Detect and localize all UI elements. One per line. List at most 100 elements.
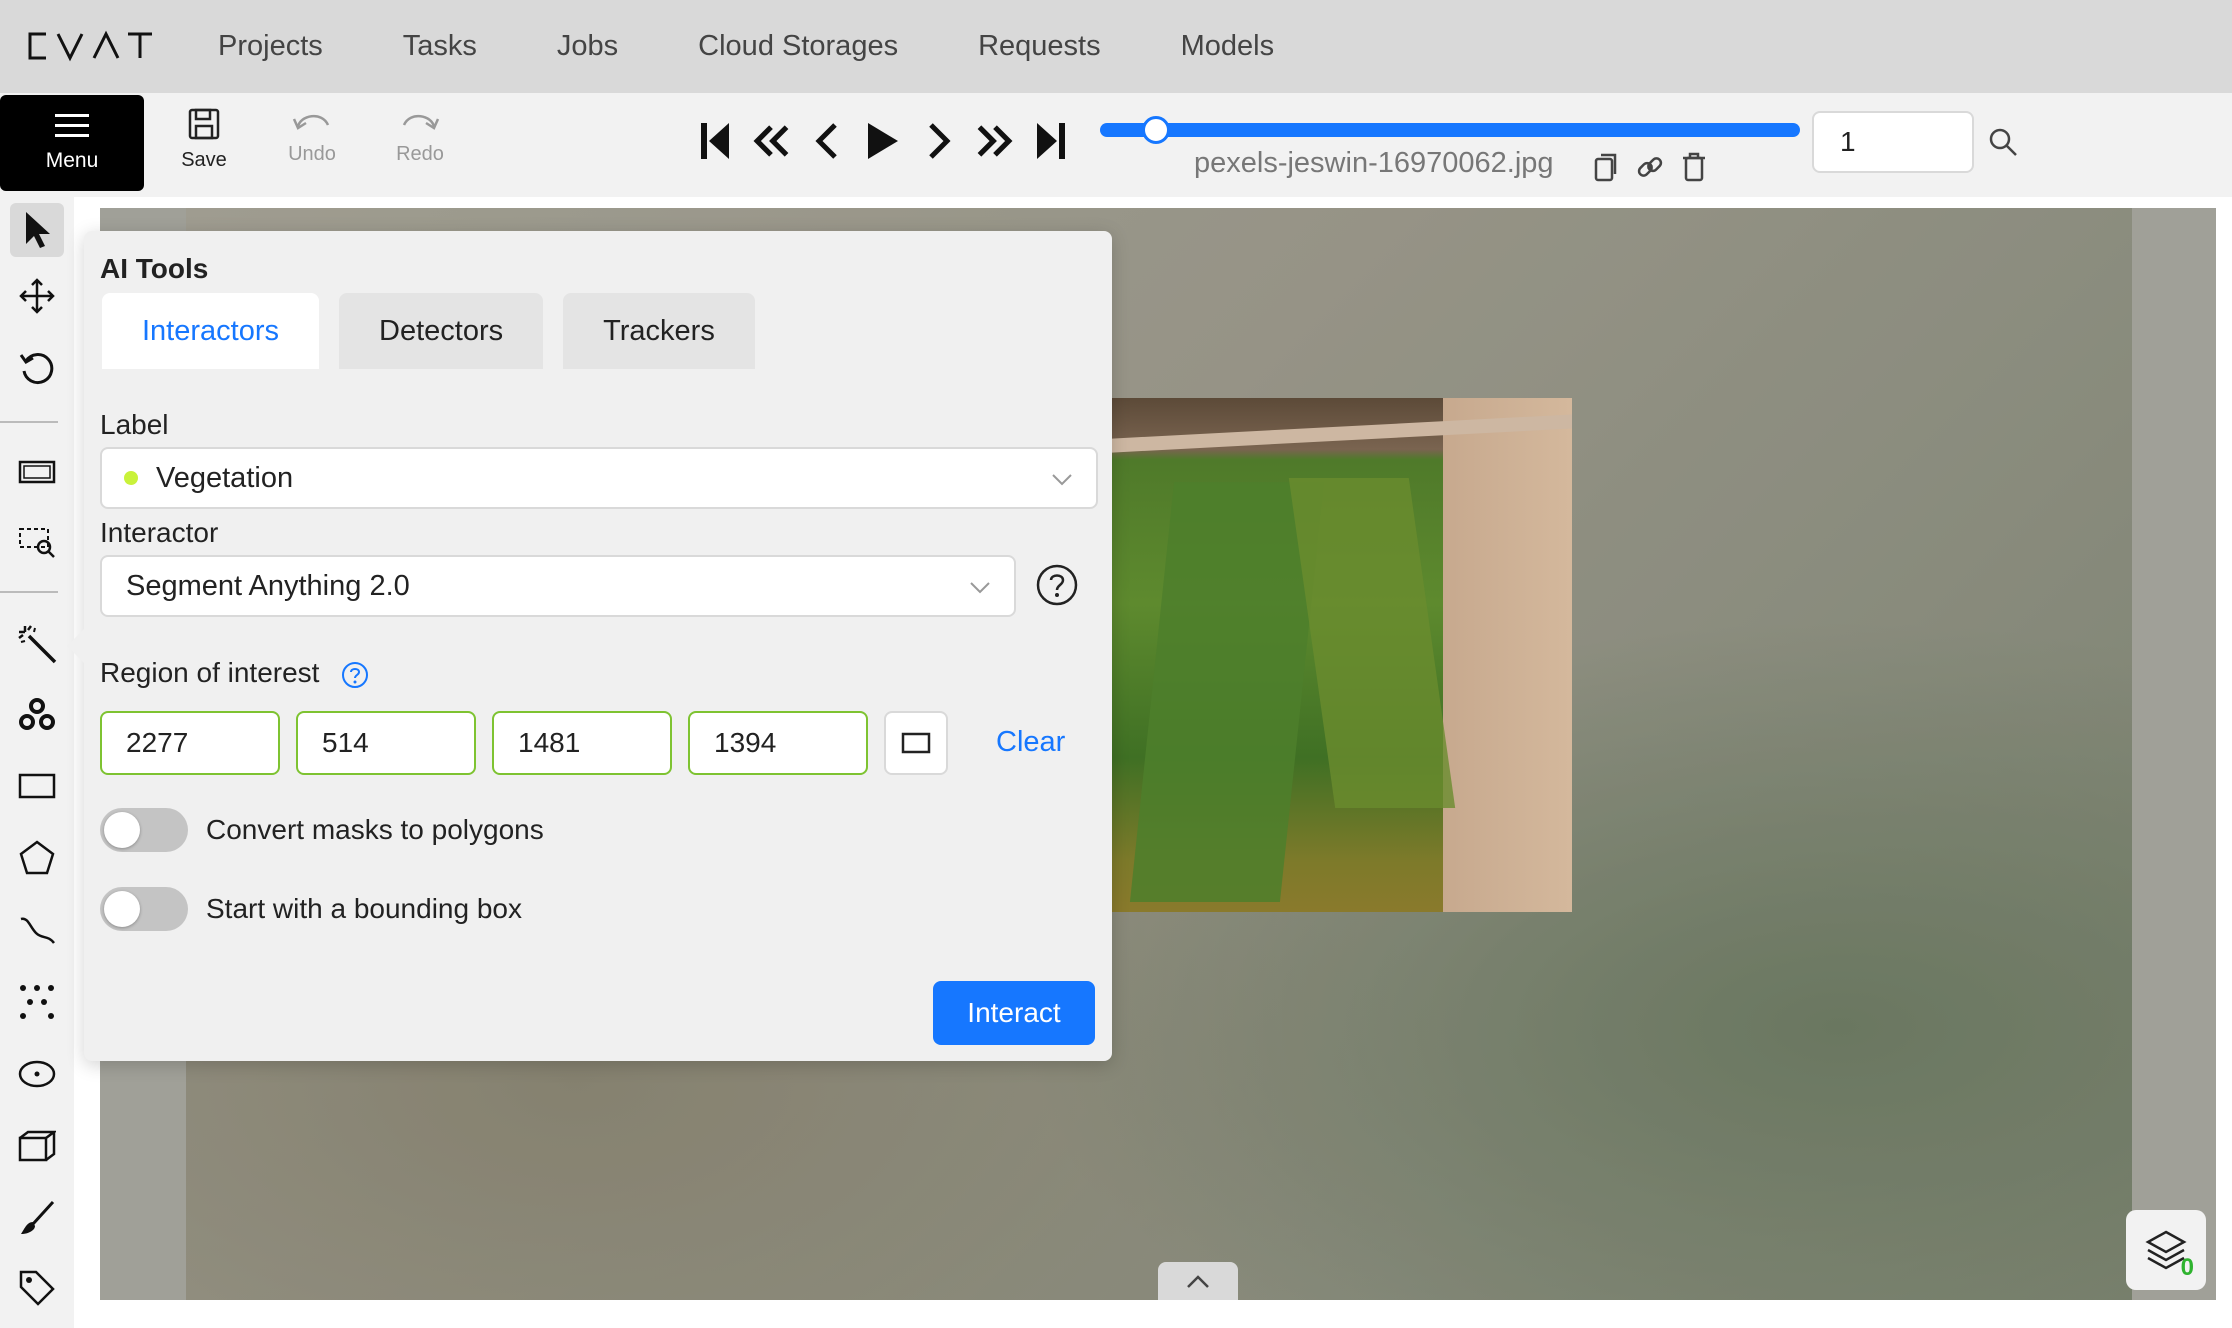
- fast-forward-button[interactable]: [976, 117, 1014, 165]
- roi-height-input[interactable]: [688, 711, 868, 775]
- fast-forward-icon: [977, 125, 1013, 157]
- fast-backward-icon: [753, 125, 789, 157]
- polyline-icon: [20, 917, 55, 944]
- label-select[interactable]: Vegetation: [100, 447, 1098, 509]
- question-circle-icon[interactable]: [341, 661, 369, 689]
- top-navigation: Projects Tasks Jobs Cloud Storages Reque…: [0, 0, 2232, 93]
- convert-masks-toggle[interactable]: [100, 808, 188, 852]
- rectangle-icon: [901, 732, 931, 754]
- player-controls: [696, 117, 1070, 165]
- label-caption: Label: [100, 409, 169, 440]
- expand-panel-button[interactable]: [1158, 1262, 1238, 1300]
- tag-tool[interactable]: [10, 1261, 64, 1315]
- question-circle-icon: [1036, 564, 1078, 606]
- label-color-dot: [124, 471, 138, 485]
- nav-jobs[interactable]: Jobs: [517, 30, 658, 63]
- fit-image-tool[interactable]: [10, 445, 64, 499]
- openvino-tool[interactable]: [10, 687, 64, 741]
- convert-masks-row: Convert masks to polygons: [100, 808, 544, 852]
- cvat-logo[interactable]: [24, 28, 154, 64]
- skip-last-icon: [1037, 123, 1065, 159]
- redo-label: Redo: [396, 143, 444, 165]
- crop-field: [1288, 478, 1456, 808]
- ellipse-tool[interactable]: [10, 1047, 64, 1101]
- save-button[interactable]: Save: [164, 107, 244, 187]
- cuboid-icon: [18, 1130, 56, 1162]
- chevron-down-icon: [1052, 474, 1072, 486]
- start-with-bbox-label: Start with a bounding box: [206, 893, 522, 924]
- annotation-toolbar: Menu Save Undo Redo pexels-jeswin-169700…: [0, 93, 2232, 197]
- ai-tools-button[interactable]: [10, 617, 64, 671]
- chevron-down-icon: [970, 582, 990, 594]
- ai-tools-popover: AI Tools Interactors Detectors Trackers …: [67, 231, 1112, 1061]
- roi-x-input[interactable]: [100, 711, 280, 775]
- draw-roi-button[interactable]: [884, 711, 948, 775]
- interactor-caption: Interactor: [100, 517, 219, 548]
- objects-layers-button[interactable]: 0: [2126, 1210, 2206, 1290]
- cursor-tool[interactable]: [10, 203, 64, 257]
- menu-button[interactable]: Menu: [0, 95, 144, 191]
- skip-first-icon: [701, 123, 729, 159]
- rectangle-icon: [18, 773, 56, 799]
- ellipse-icon: [18, 1060, 56, 1088]
- clear-roi-link[interactable]: Clear: [996, 726, 1065, 759]
- sidebar-divider: [0, 421, 58, 423]
- frame-filename: pexels-jeswin-16970062.jpg: [1194, 147, 1554, 179]
- roi-width-input[interactable]: [492, 711, 672, 775]
- tab-interactors[interactable]: Interactors: [102, 293, 319, 369]
- nav-requests[interactable]: Requests: [938, 30, 1141, 63]
- save-label: Save: [181, 149, 227, 171]
- brush-tool[interactable]: [10, 1191, 64, 1245]
- frame-slider-thumb[interactable]: [1142, 116, 1170, 144]
- frame-slider[interactable]: [1100, 116, 1800, 144]
- copy-link-button[interactable]: [1636, 151, 1664, 183]
- tab-detectors[interactable]: Detectors: [339, 293, 544, 369]
- menu-label: Menu: [45, 149, 99, 172]
- chevron-left-icon: [815, 123, 837, 159]
- trash-icon: [1683, 152, 1705, 182]
- roi-caption: Region of interest: [100, 657, 320, 688]
- controls-sidebar: [0, 197, 74, 1328]
- move-tool[interactable]: [10, 269, 64, 323]
- nav-projects[interactable]: Projects: [218, 30, 363, 63]
- redo-button[interactable]: Redo: [380, 107, 460, 187]
- hamburger-icon: [55, 114, 89, 137]
- nav-menu: Projects Tasks Jobs Cloud Storages Reque…: [218, 0, 1314, 93]
- rectangle-tool[interactable]: [10, 759, 64, 813]
- move-icon: [19, 278, 55, 314]
- nav-models[interactable]: Models: [1141, 30, 1315, 63]
- previous-frame-button[interactable]: [808, 117, 846, 165]
- delete-frame-button[interactable]: [1680, 151, 1708, 183]
- interactor-select[interactable]: Segment Anything 2.0: [100, 555, 1016, 617]
- zoom-region-icon: [19, 528, 55, 558]
- play-button[interactable]: [864, 117, 902, 165]
- bounding-box-row: Start with a bounding box: [100, 887, 522, 931]
- polyline-tool[interactable]: [10, 903, 64, 957]
- points-tool[interactable]: [10, 975, 64, 1029]
- region-of-interest-highlight: [1112, 398, 1572, 912]
- interactor-help-button[interactable]: [1036, 564, 1078, 606]
- search-frame-button[interactable]: [1988, 127, 2022, 161]
- cuboid-tool[interactable]: [10, 1119, 64, 1173]
- next-frame-button[interactable]: [920, 117, 958, 165]
- last-frame-button[interactable]: [1032, 117, 1070, 165]
- sidebar-divider: [0, 591, 58, 593]
- roi-y-input[interactable]: [296, 711, 476, 775]
- zoom-region-tool[interactable]: [10, 515, 64, 569]
- ai-tools-tabs: Interactors Detectors Trackers: [102, 293, 755, 369]
- tab-trackers[interactable]: Trackers: [563, 293, 755, 369]
- first-frame-button[interactable]: [696, 117, 734, 165]
- polygon-tool[interactable]: [10, 831, 64, 885]
- start-with-bbox-toggle[interactable]: [100, 887, 188, 931]
- nav-cloud-storages[interactable]: Cloud Storages: [658, 30, 938, 63]
- interact-button[interactable]: Interact: [933, 981, 1095, 1045]
- filename-actions: [1592, 151, 1708, 183]
- fast-backward-button[interactable]: [752, 117, 790, 165]
- frame-number-input[interactable]: [1812, 111, 1974, 173]
- copy-filename-button[interactable]: [1592, 151, 1620, 183]
- link-icon: [1637, 157, 1663, 177]
- chevron-up-icon: [1187, 1275, 1209, 1288]
- nav-tasks[interactable]: Tasks: [363, 30, 517, 63]
- undo-button[interactable]: Undo: [272, 107, 352, 187]
- rotate-tool[interactable]: [10, 341, 64, 395]
